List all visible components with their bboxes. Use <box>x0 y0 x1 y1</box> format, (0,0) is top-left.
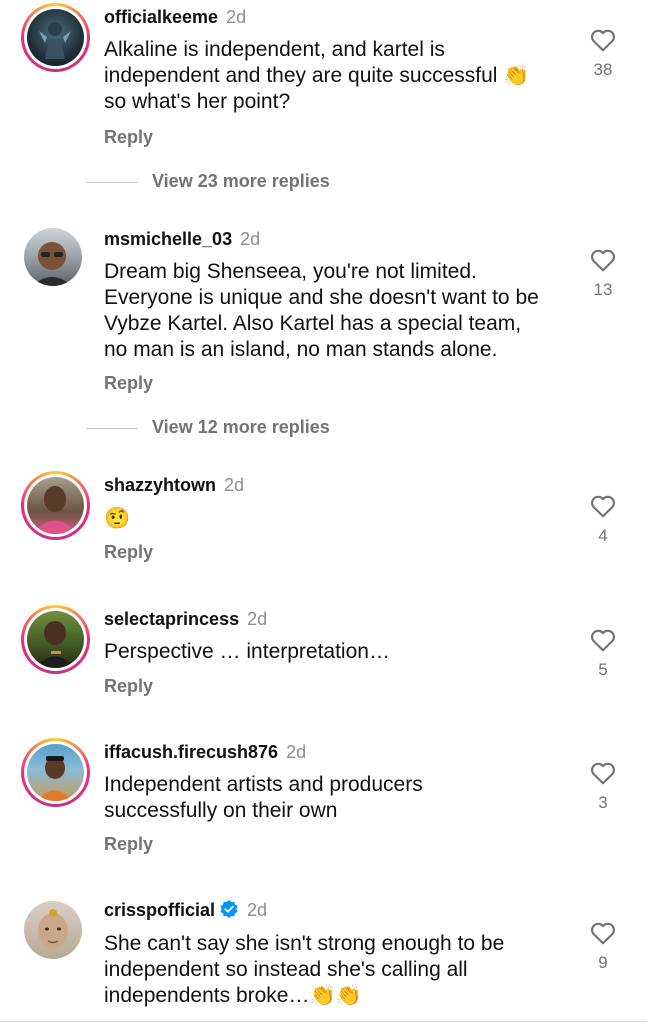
comment-line: Vybze Kartel. Also Kartel has a special … <box>104 312 522 335</box>
heart-outline-icon <box>591 249 615 272</box>
like-button[interactable]: 13 <box>587 248 619 300</box>
username[interactable]: msmichelle_03 <box>104 229 232 249</box>
comment-header: selectaprincess 2d <box>104 608 267 630</box>
avatar[interactable] <box>21 3 90 72</box>
comment-line: Dream big Shenseea, you're not limited. <box>104 260 477 283</box>
reply-button[interactable]: Reply <box>104 834 153 855</box>
divider <box>0 1021 647 1022</box>
like-count: 13 <box>593 280 613 299</box>
username[interactable]: crisspofficial <box>104 900 215 920</box>
comment-line: She can't say she isn't strong enough to… <box>104 932 505 955</box>
timestamp: 2d <box>224 475 245 495</box>
view-more-replies[interactable]: View 23 more replies <box>86 171 330 195</box>
reply-button[interactable]: Reply <box>104 127 153 148</box>
avatar[interactable] <box>21 605 90 674</box>
avatar[interactable] <box>21 738 90 807</box>
comment-line: no man is an island, no man stands alone… <box>104 338 498 361</box>
like-button[interactable]: 38 <box>587 28 619 80</box>
reply-button[interactable]: Reply <box>104 373 153 394</box>
like-count: 38 <box>593 60 613 79</box>
comment-text: Perspective … interpretation… <box>104 639 544 665</box>
like-count: 5 <box>598 660 608 679</box>
comment-header: iffacush.firecush876 2d <box>104 741 306 763</box>
comment-text: Independent artists and producers succes… <box>104 772 544 824</box>
like-count: 3 <box>598 793 608 812</box>
view-more-label: View 23 more replies <box>152 171 330 191</box>
timestamp: 2d <box>247 609 268 629</box>
divider <box>86 181 138 183</box>
heart-outline-icon <box>591 762 615 785</box>
like-count: 9 <box>598 953 608 972</box>
view-more-replies[interactable]: View 12 more replies <box>86 417 330 441</box>
username[interactable]: selectaprincess <box>104 609 239 629</box>
reply-button[interactable]: Reply <box>104 676 153 697</box>
username[interactable]: iffacush.firecush876 <box>104 742 278 762</box>
avatar[interactable] <box>21 471 90 540</box>
comment-text: Dream big Shenseea, you're not limited. … <box>104 259 544 363</box>
comment-text: 🤨 <box>104 505 544 531</box>
comment-line: Perspective … interpretation… <box>104 640 390 663</box>
comment-text: Alkaline is independent, and kartel is i… <box>104 37 544 115</box>
comment-line: so what's her point? <box>104 90 291 113</box>
like-button[interactable]: 5 <box>587 628 619 680</box>
like-count: 4 <box>598 526 608 545</box>
comment-line: 🤨 <box>104 506 131 530</box>
comment-line: independent and they are quite successfu… <box>104 64 530 87</box>
comment-header: crisspofficial 2d <box>104 899 267 921</box>
comment-line: Everyone is unique and she doesn't want … <box>104 286 539 309</box>
comment-line: independents broke…👏👏 <box>104 984 362 1007</box>
comment-text: She can't say she isn't strong enough to… <box>104 931 544 1009</box>
comment-header: shazzyhtown 2d <box>104 474 244 496</box>
divider <box>86 427 138 429</box>
view-more-label: View 12 more replies <box>152 417 330 437</box>
heart-outline-icon <box>591 629 615 652</box>
username[interactable]: officialkeeme <box>104 7 218 27</box>
heart-outline-icon <box>591 29 615 52</box>
comment-line: Independent artists and producers <box>104 773 423 796</box>
like-button[interactable]: 9 <box>587 921 619 973</box>
comment-header: officialkeeme 2d <box>104 6 246 28</box>
timestamp: 2d <box>240 229 261 249</box>
timestamp: 2d <box>286 742 307 762</box>
verified-badge-icon <box>220 900 238 918</box>
comment-line: independent so instead she's calling all <box>104 958 468 981</box>
like-button[interactable]: 4 <box>587 494 619 546</box>
comment-line: Alkaline is independent, and kartel is <box>104 38 445 61</box>
comment-header: msmichelle_03 2d <box>104 228 260 250</box>
reply-button[interactable]: Reply <box>104 542 153 563</box>
timestamp: 2d <box>247 900 268 920</box>
like-button[interactable]: 3 <box>587 761 619 813</box>
avatar[interactable] <box>24 901 82 959</box>
avatar[interactable] <box>24 228 82 286</box>
comment-line: successfully on their own <box>104 799 338 822</box>
username[interactable]: shazzyhtown <box>104 475 216 495</box>
heart-outline-icon <box>591 495 615 518</box>
heart-outline-icon <box>591 922 615 945</box>
timestamp: 2d <box>226 7 247 27</box>
